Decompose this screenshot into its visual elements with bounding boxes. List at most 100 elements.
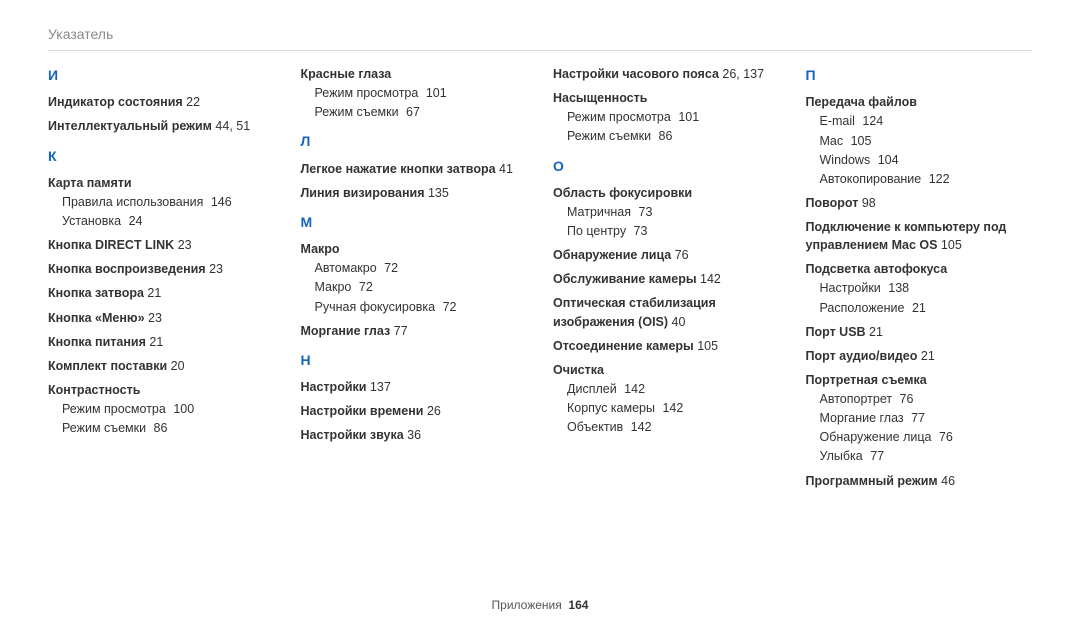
index-subentry-label: Windows	[820, 153, 871, 167]
index-entry: Передача файловE-mail 124Mac 105Windows …	[806, 93, 1033, 188]
index-letter: О	[553, 156, 780, 176]
index-subentry-pages: 76	[935, 430, 952, 444]
page-footer: Приложения 164	[0, 598, 1080, 612]
index-entry: КонтрастностьРежим просмотра 100Режим съ…	[48, 381, 275, 437]
index-subentries: Матричная 73По центру 73	[567, 203, 780, 240]
index-subentry-pages: 122	[925, 172, 949, 186]
index-entry: Интеллектуальный режим 44, 51	[48, 117, 275, 135]
index-subentry-pages: 146	[207, 195, 231, 209]
index-pages: 21	[917, 349, 934, 363]
index-term: Кнопка воспроизведения	[48, 262, 206, 276]
index-pages: 77	[390, 324, 407, 338]
index-term-line: Кнопка «Меню» 23	[48, 309, 275, 327]
index-subentry-pages: 101	[422, 86, 446, 100]
index-term-line: Кнопка воспроизведения 23	[48, 260, 275, 278]
index-entry: Кнопка «Меню» 23	[48, 309, 275, 327]
index-subentry: Mac 105	[820, 132, 1033, 150]
index-entry: Кнопка воспроизведения 23	[48, 260, 275, 278]
index-subentry-label: Корпус камеры	[567, 401, 655, 415]
index-entry: Поворот 98	[806, 194, 1033, 212]
index-entry: Настройки времени 26	[301, 402, 528, 420]
index-entry: Линия визирования 135	[301, 184, 528, 202]
index-pages: 23	[145, 311, 162, 325]
index-subentry-label: Автокопирование	[820, 172, 922, 186]
index-pages: 40	[668, 315, 685, 329]
index-subentry-pages: 101	[675, 110, 699, 124]
index-pages: 20	[167, 359, 184, 373]
index-subentry: Автокопирование 122	[820, 170, 1033, 188]
index-subentry-label: Mac	[820, 134, 844, 148]
index-term-line: Порт USB 21	[806, 323, 1033, 341]
divider	[48, 50, 1032, 51]
index-entry: Отсоединение камеры 105	[553, 337, 780, 355]
index-column: Настройки часового пояса 26, 137 Насыщенн…	[553, 65, 780, 496]
index-term-line: Портретная съемка	[806, 371, 1033, 389]
index-entry: Оптическая стабилизация изображения (OIS…	[553, 294, 780, 330]
index-subentry-label: Автопортрет	[820, 392, 893, 406]
index-entry: Моргание глаз 77	[301, 322, 528, 340]
index-letter: Л	[301, 131, 528, 151]
index-term: Интеллектуальный режим	[48, 119, 212, 133]
index-subentry: Моргание глаз 77	[820, 409, 1033, 427]
index-subentry: Обнаружение лица 76	[820, 428, 1033, 446]
index-term-line: Красные глаза	[301, 65, 528, 83]
index-subentry: Автомакро 72	[315, 259, 528, 277]
index-term: Обнаружение лица	[553, 248, 671, 262]
index-subentry-label: Моргание глаз	[820, 411, 904, 425]
index-entry: МакроАвтомакро 72Макро 72Ручная фокусиро…	[301, 240, 528, 316]
index-term-line: Настройки звука 36	[301, 426, 528, 444]
index-term-line: Линия визирования 135	[301, 184, 528, 202]
index-subentry-pages: 86	[150, 421, 167, 435]
index-term: Настройки звука	[301, 428, 404, 442]
index-subentries: Дисплей 142Корпус камеры 142Объектив 142	[567, 380, 780, 436]
index-term: Контрастность	[48, 383, 140, 397]
index-term: Очистка	[553, 363, 604, 377]
index-term-line: Программный режим 46	[806, 472, 1033, 490]
index-subentry: Объектив 142	[567, 418, 780, 436]
index-subentry: Расположение 21	[820, 299, 1033, 317]
index-term: Красные глаза	[301, 67, 392, 81]
index-pages: 36	[404, 428, 421, 442]
index-subentries: Настройки 138Расположение 21	[820, 279, 1033, 316]
index-entry: Настройки звука 36	[301, 426, 528, 444]
index-entry: Обнаружение лица 76	[553, 246, 780, 264]
index-pages: 135	[425, 186, 449, 200]
index-term-line: Подключение к компьютеру под управлением…	[806, 218, 1033, 254]
index-subentry-label: Расположение	[820, 301, 905, 315]
index-term-line: Настройки часового пояса 26, 137	[553, 65, 780, 83]
index-term-line: Подсветка автофокуса	[806, 260, 1033, 278]
index-subentry: Режим съемки 67	[315, 103, 528, 121]
index-term: Кнопка DIRECT LINK	[48, 238, 174, 252]
index-subentry: Матричная 73	[567, 203, 780, 221]
index-subentry-pages: 73	[635, 205, 652, 219]
index-pages: 105	[694, 339, 718, 353]
index-letter: К	[48, 146, 275, 166]
index-term-line: Обслуживание камеры 142	[553, 270, 780, 288]
index-letter: Н	[301, 350, 528, 370]
index-term-line: Индикатор состояния 22	[48, 93, 275, 111]
index-subentry-pages: 21	[908, 301, 925, 315]
index-entry: Настройки часового пояса 26, 137	[553, 65, 780, 83]
index-subentry: Режим просмотра 100	[62, 400, 275, 418]
index-term: Карта памяти	[48, 176, 132, 190]
index-entry: НасыщенностьРежим просмотра 101Режим съе…	[553, 89, 780, 145]
index-term-line: Настройки времени 26	[301, 402, 528, 420]
index-pages: 21	[866, 325, 883, 339]
index-subentry-label: Установка	[62, 214, 121, 228]
index-subentry-label: Настройки	[820, 281, 881, 295]
index-subentry-pages: 100	[170, 402, 194, 416]
index-subentry-label: E-mail	[820, 114, 855, 128]
index-entry: Область фокусировкиМатричная 73По центру…	[553, 184, 780, 240]
index-pages: 41	[496, 162, 513, 176]
index-term-line: Макро	[301, 240, 528, 258]
index-term: Насыщенность	[553, 91, 647, 105]
index-subentry-pages: 24	[125, 214, 142, 228]
index-subentry-label: Обнаружение лица	[820, 430, 932, 444]
index-entry: Подключение к компьютеру под управлением…	[806, 218, 1033, 254]
index-subentry-label: Режим съемки	[315, 105, 399, 119]
index-entry: Комплект поставки 20	[48, 357, 275, 375]
index-subentry-label: Автомакро	[315, 261, 377, 275]
index-entry: Кнопка затвора 21	[48, 284, 275, 302]
index-term-line: Обнаружение лица 76	[553, 246, 780, 264]
section-header: Указатель	[48, 26, 1032, 42]
